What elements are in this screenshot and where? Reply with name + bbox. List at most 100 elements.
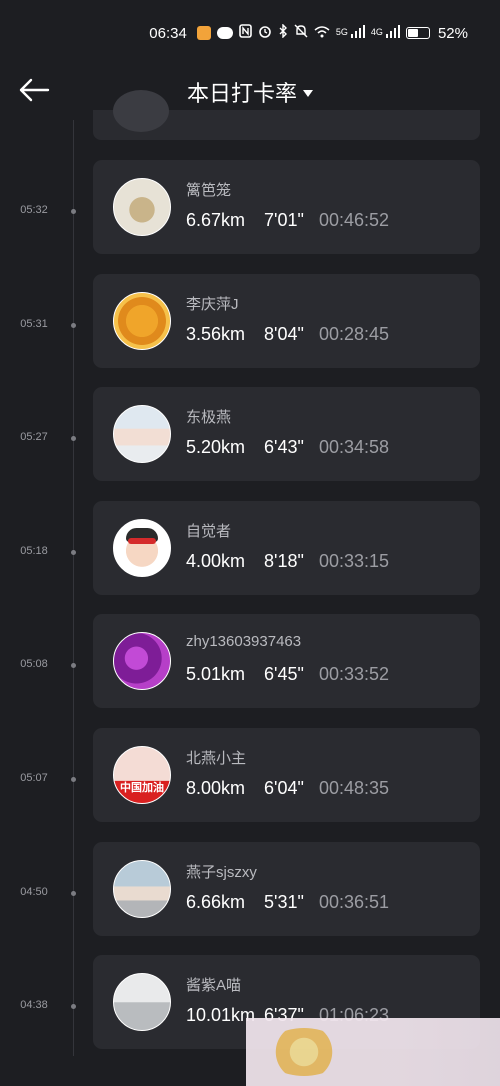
timeline-dot	[71, 1004, 76, 1010]
entry-time: 05:08	[20, 658, 48, 671]
run-distance: 8.00km	[186, 778, 246, 798]
avatar-headband	[128, 537, 156, 544]
bluetooth-icon	[278, 23, 288, 42]
run-distance: 5.20km	[186, 437, 246, 458]
run-pace: 6'04"	[264, 778, 304, 798]
run-pace: 8'04"	[264, 323, 304, 344]
run-pace: 5'31"	[264, 891, 304, 912]
run-stats: 6.66km 5'31" 00:36:51	[186, 892, 389, 913]
user-name: 李庆萍J	[186, 295, 239, 313]
run-distance: 6.66km	[186, 891, 246, 912]
timeline-dot	[71, 890, 76, 896]
timeline-dot	[71, 663, 76, 669]
timeline-dot	[71, 436, 76, 442]
user-name: 酱紫A喵	[186, 977, 242, 995]
run-stats: 3.56km 8'04" 00:28:45	[186, 324, 389, 345]
avatar-caption: 中国加油	[120, 782, 164, 794]
avatar[interactable]	[113, 518, 171, 577]
run-distance: 5.01km	[186, 664, 246, 685]
run-stats: 6.67km 7'01" 00:46:52	[186, 210, 389, 231]
timeline-dot	[71, 322, 76, 328]
run-duration: 00:36:51	[319, 891, 390, 912]
timeline-entry: 05:08 zhy13603937463 5.01km 6'45" 00:33:52	[0, 614, 500, 709]
run-duration: 00:34:58	[319, 437, 390, 458]
entry-time: 05:07	[20, 772, 48, 784]
run-stats: 8.00km 6'04" 00:48:35	[186, 778, 389, 799]
timeline-entry: 05:07 中国加油 北燕小主 8.00km 6'04" 00:48:35	[0, 728, 500, 822]
avatar[interactable]	[113, 405, 171, 464]
entry-time: 04:50	[20, 885, 48, 898]
page-title-dropdown[interactable]: 本日打卡率	[0, 76, 500, 108]
run-pace: 6'45"	[264, 664, 304, 685]
run-pace: 6'43"	[264, 437, 304, 458]
avatar[interactable]: 中国加油	[113, 746, 171, 804]
run-distance: 6.67km	[186, 210, 246, 230]
screen: 06:34 5G 4G 52% 本日打卡率 05:32 篱笆笼 6.67km 7…	[0, 0, 500, 1086]
watermark-logo	[246, 1018, 500, 1086]
run-distance: 4.00km	[186, 550, 246, 571]
user-name: 自觉者	[186, 522, 232, 540]
avatar[interactable]	[113, 973, 171, 1032]
status-time: 06:34	[149, 24, 187, 42]
entry-time: 04:38	[20, 999, 48, 1012]
run-record-card[interactable]: 李庆萍J 3.56km 8'04" 00:28:45	[93, 273, 480, 368]
avatar[interactable]	[113, 859, 171, 918]
run-pace: 8'18"	[264, 550, 304, 571]
timeline-entry: 05:27 东极燕 5.20km 6'43" 00:34:58	[0, 387, 500, 482]
wechat-icon	[216, 27, 233, 39]
run-record-card[interactable]: 自觉者 4.00km 8'18" 00:33:15	[93, 500, 480, 595]
run-duration: 00:33:52	[319, 664, 390, 685]
timeline-dot	[71, 777, 76, 782]
battery-fill	[407, 29, 418, 37]
run-record-card[interactable]: 篱笆笼 6.67km 7'01" 00:46:52	[93, 160, 480, 254]
alarm-icon	[258, 24, 272, 42]
watermark-glow	[264, 1028, 344, 1076]
timeline-entry: 04:50 燕子sjszxy 6.66km 5'31" 00:36:51	[0, 841, 500, 936]
run-duration: 00:28:45	[319, 323, 390, 344]
run-duration: 00:46:52	[319, 210, 390, 230]
mute-icon	[294, 24, 308, 42]
partial-avatar	[113, 90, 169, 132]
run-distance: 3.56km	[186, 323, 246, 344]
wifi-icon	[314, 25, 330, 42]
signal-icon-5g: 5G	[335, 24, 365, 42]
network-label-5g: 5G	[335, 26, 348, 37]
user-name: 东极燕	[186, 409, 232, 427]
run-duration: 00:33:15	[319, 550, 390, 571]
page-title: 本日打卡率	[186, 81, 297, 106]
entry-time: 05:27	[20, 431, 48, 444]
avatar[interactable]	[113, 291, 171, 350]
user-name: 燕子sjszxy	[186, 863, 257, 881]
run-pace: 7'01"	[264, 210, 304, 230]
run-record-card[interactable]: 东极燕 5.20km 6'43" 00:34:58	[93, 387, 480, 482]
app-badge-icon	[196, 26, 211, 40]
timeline-entry: 05:32 篱笆笼 6.67km 7'01" 00:46:52	[0, 160, 500, 254]
user-name: zhy13603937463	[186, 633, 302, 651]
run-record-card[interactable]: zhy13603937463 5.01km 6'45" 00:33:52	[93, 614, 480, 709]
entry-time: 05:31	[20, 317, 48, 330]
network-label-4g: 4G	[370, 26, 383, 37]
battery-percent: 52%	[437, 24, 468, 42]
timeline-entry: 05:18 自觉者 4.00km 8'18" 00:33:15	[0, 500, 500, 595]
timeline-dot	[71, 549, 76, 555]
header: 本日打卡率	[0, 66, 500, 114]
timeline-entry: 05:31 李庆萍J 3.56km 8'04" 00:28:45	[0, 273, 500, 368]
entry-time: 05:32	[20, 204, 48, 216]
battery-icon	[405, 27, 430, 39]
timeline-dot	[71, 209, 76, 214]
entry-time: 05:18	[20, 544, 48, 557]
avatar[interactable]	[113, 632, 171, 691]
signal-icon-4g: 4G	[370, 24, 400, 42]
status-bar: 06:34 5G 4G 52%	[0, 0, 500, 66]
partial-card[interactable]	[93, 90, 480, 140]
user-name: 北燕小主	[186, 750, 247, 767]
run-duration: 00:48:35	[319, 778, 390, 798]
timeline: 05:32 篱笆笼 6.67km 7'01" 00:46:52 05:31 李庆萍J 3.56…	[0, 90, 500, 1086]
user-name: 篱笆笼	[186, 182, 232, 199]
caret-down-icon	[303, 89, 313, 97]
avatar[interactable]	[113, 178, 171, 236]
run-stats: 4.00km 8'18" 00:33:15	[186, 551, 389, 572]
run-stats: 5.20km 6'43" 00:34:58	[186, 437, 389, 458]
run-record-card[interactable]: 中国加油 北燕小主 8.00km 6'04" 00:48:35	[93, 728, 480, 822]
run-record-card[interactable]: 燕子sjszxy 6.66km 5'31" 00:36:51	[93, 841, 480, 936]
